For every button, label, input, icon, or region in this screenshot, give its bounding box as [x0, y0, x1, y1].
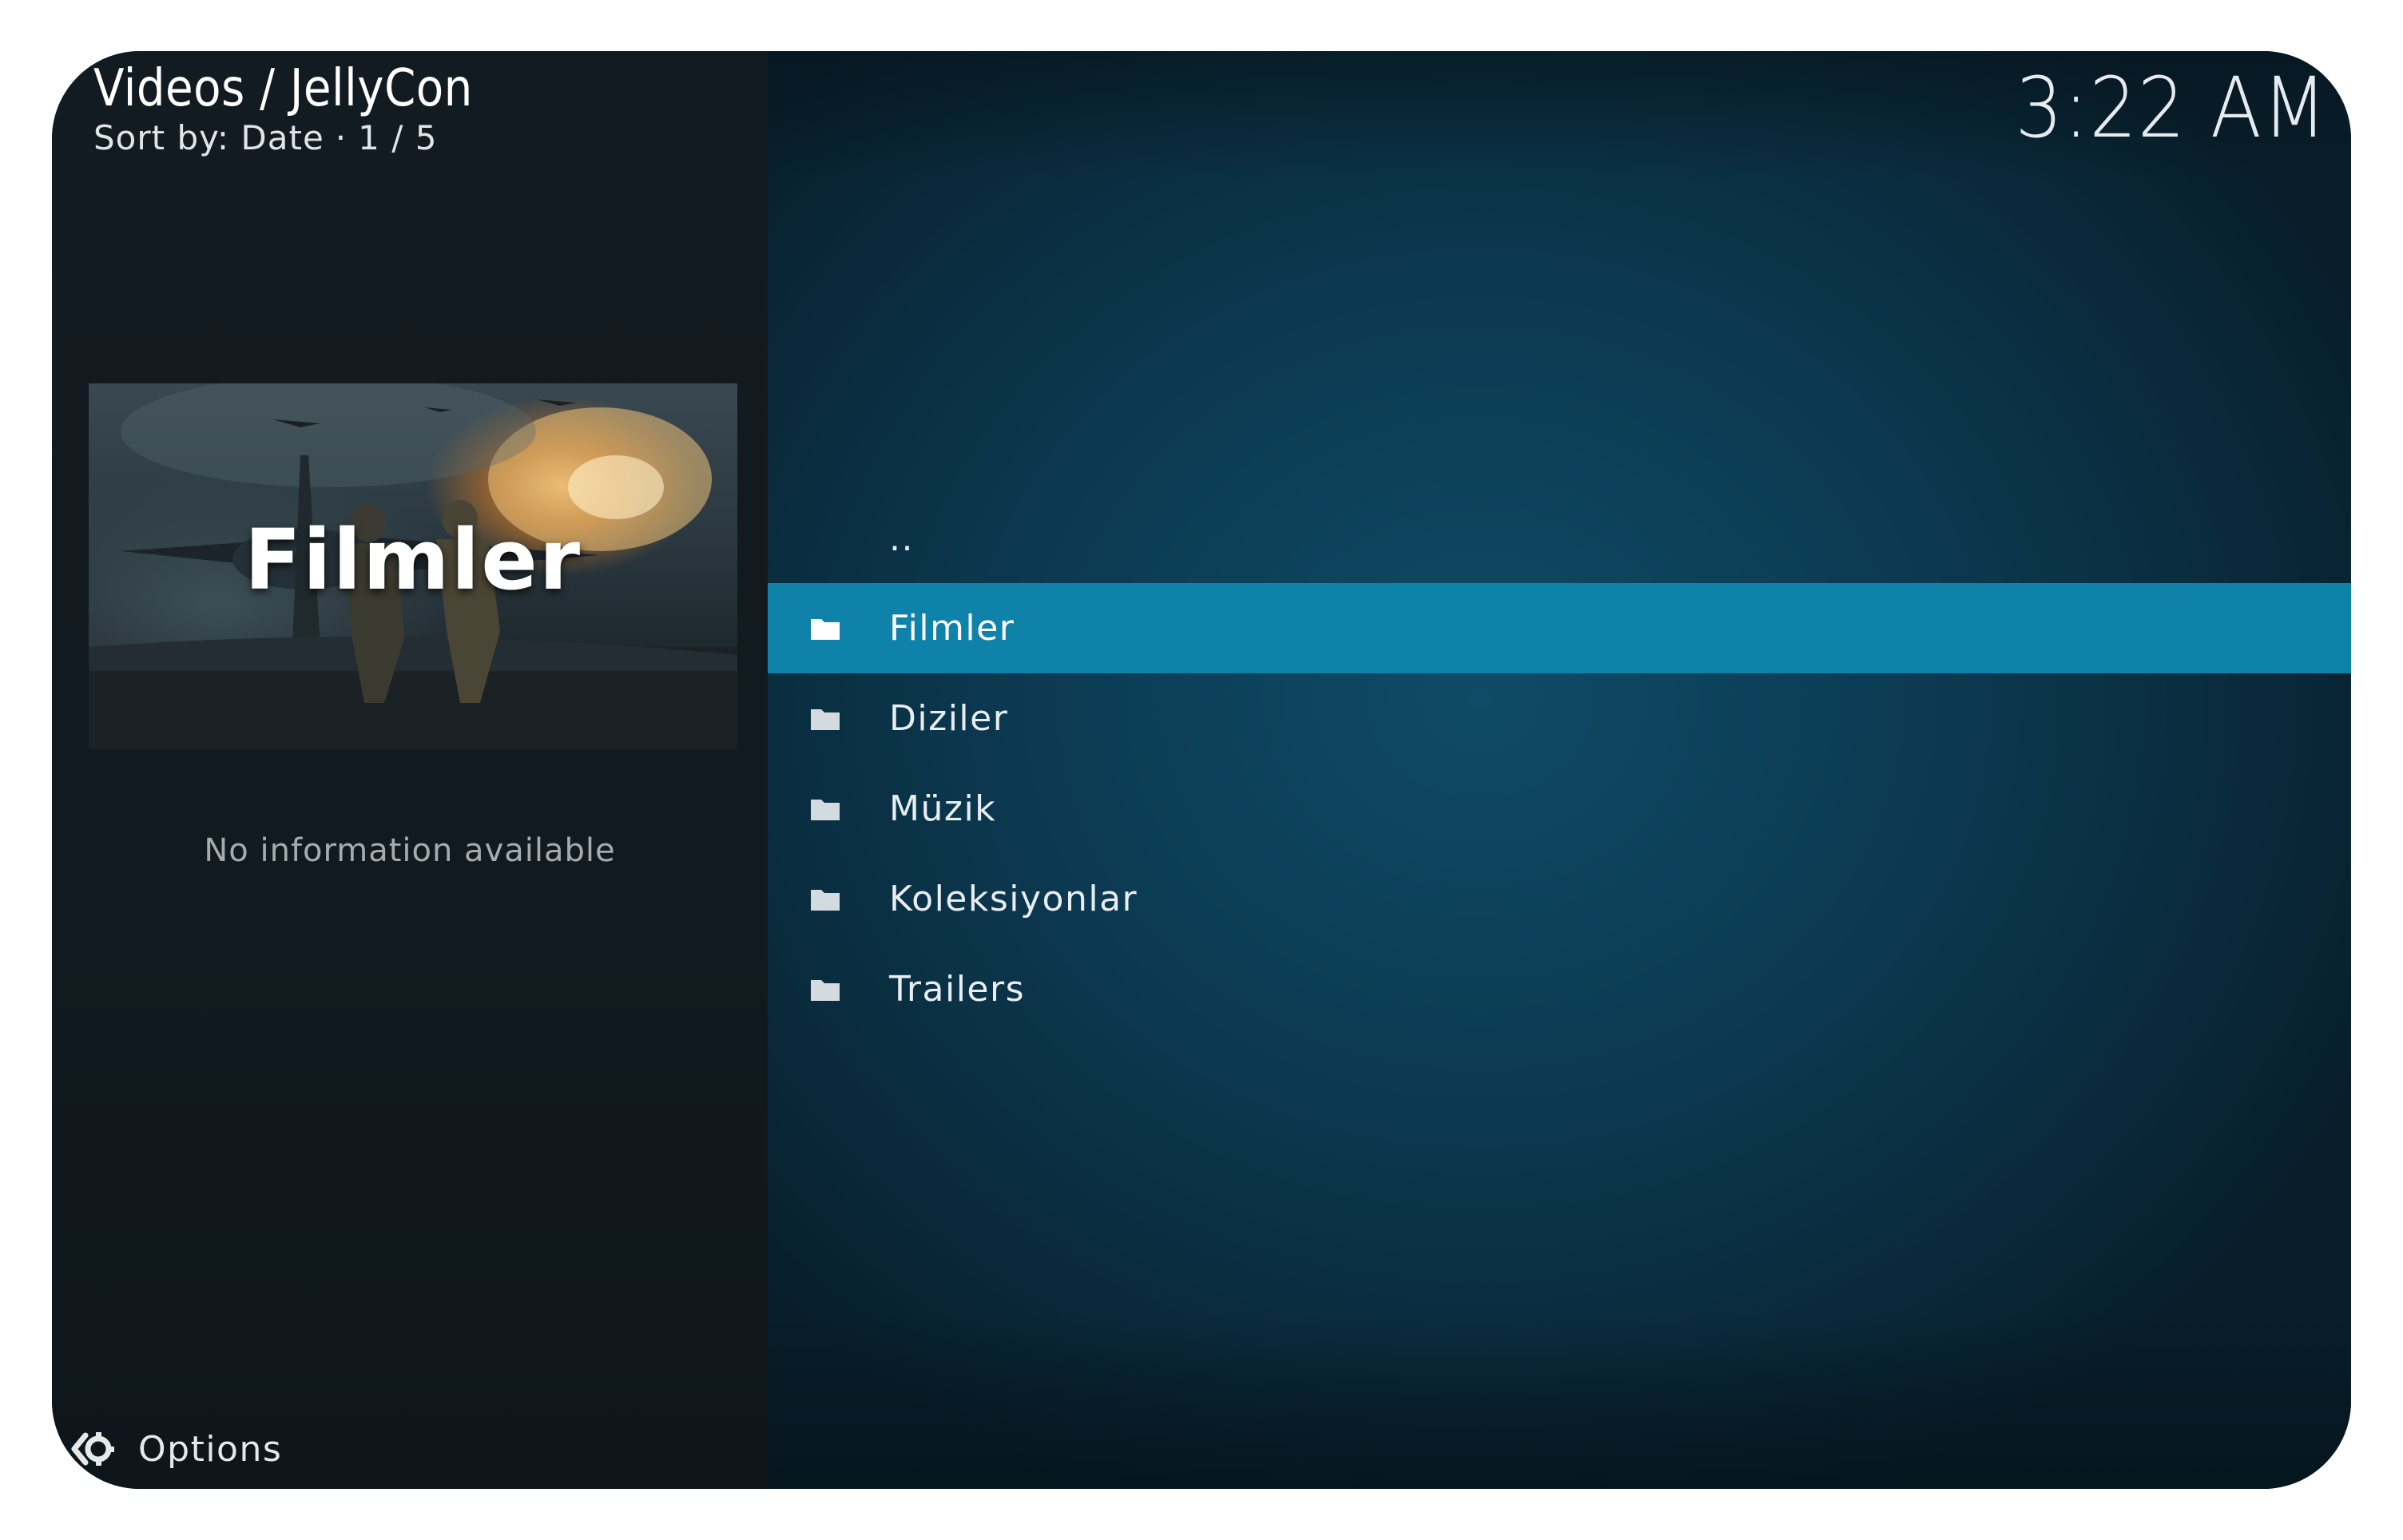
list-item-muzik[interactable]: Müzik: [768, 764, 2351, 854]
list-item-label: Diziler: [889, 698, 1009, 739]
page-title: Videos / JellyCon: [93, 59, 473, 118]
gear-back-icon: [71, 1432, 114, 1466]
folder-icon: [811, 708, 840, 730]
list-item-label: Filmler: [889, 608, 1015, 649]
options-label: Options: [138, 1428, 283, 1470]
folder-icon: [811, 889, 840, 911]
list-item-label: Müzik: [889, 788, 997, 829]
sort-info[interactable]: Sort by: Date · 1 / 5: [93, 118, 437, 157]
separator: ·: [335, 118, 348, 157]
list-item-koleksiyonlar[interactable]: Koleksiyonlar: [768, 854, 2351, 944]
list-item-filmler[interactable]: Filmler: [768, 583, 2351, 673]
app-window: Videos / JellyCon Sort by: Date · 1 / 5: [52, 51, 2351, 1489]
clock: 3:22 AM: [2014, 59, 2327, 157]
list-item-parent[interactable]: ..: [768, 494, 2351, 583]
no-info-text: No information available: [204, 832, 616, 869]
info-side-panel: Videos / JellyCon Sort by: Date · 1 / 5: [52, 51, 768, 1489]
list-item-diziler[interactable]: Diziler: [768, 673, 2351, 764]
file-list: .. Filmler Diziler Müzik Koleksiyonlar T…: [768, 494, 2351, 1034]
item-position: 1 / 5: [358, 118, 438, 157]
parent-folder-label: ..: [889, 518, 914, 559]
list-item-trailers[interactable]: Trailers: [768, 944, 2351, 1034]
sort-label: Sort by: Date: [93, 118, 324, 157]
options-button[interactable]: Options: [68, 1425, 282, 1473]
folder-icon: [811, 618, 840, 640]
poster-title: Filmler: [244, 511, 582, 609]
list-item-label: Koleksiyonlar: [889, 879, 1138, 919]
list-item-label: Trailers: [889, 969, 1025, 1010]
folder-icon: [811, 799, 840, 820]
poster-image: Filmler: [89, 383, 737, 749]
folder-icon: [811, 979, 840, 1001]
